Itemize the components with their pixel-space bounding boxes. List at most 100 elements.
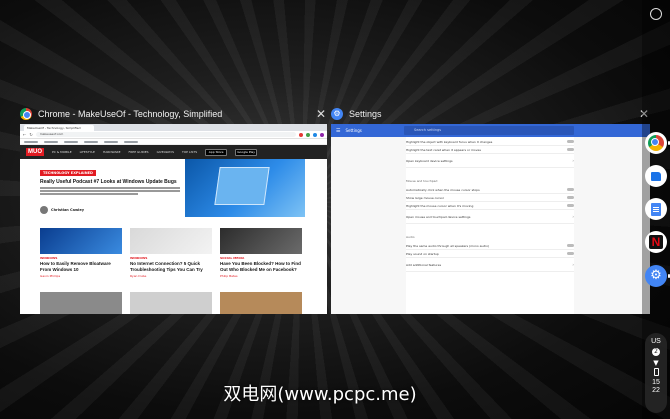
clock[interactable]: 15 22 xyxy=(652,379,660,395)
chrome-tab[interactable]: MakeUseOf - Technology, Simplified xyxy=(24,125,94,131)
settings-row[interactable]: Open mouse and touchpad device settings › xyxy=(406,210,574,224)
settings-left-gutter xyxy=(331,137,406,314)
settings-row[interactable]: Play sound on startup xyxy=(406,250,574,258)
site-nav-item[interactable]: LIFESTYLE xyxy=(80,150,95,154)
hero-excerpt xyxy=(40,187,180,195)
toggle-switch[interactable] xyxy=(567,244,574,247)
shelf: N ⚙ US 2 ▼ 15 22 xyxy=(642,0,670,419)
toggle-switch[interactable] xyxy=(567,204,574,207)
settings-row[interactable]: Play the same audio through all speakers… xyxy=(406,242,574,250)
author-name[interactable]: Christian Cawley xyxy=(51,208,84,212)
article-thumbnail xyxy=(220,228,302,254)
settings-row[interactable]: Highlight the mouse cursor when it's mov… xyxy=(406,202,574,210)
article-title[interactable]: Have You Been Blocked? How to Find Out W… xyxy=(220,261,302,273)
site-nav-item[interactable]: FREE GUIDES xyxy=(129,150,149,154)
site-nav-item[interactable]: HARDWARE xyxy=(103,150,121,154)
site-nav-item[interactable]: TOP LISTS xyxy=(182,150,197,154)
input-method-indicator[interactable]: US xyxy=(651,338,661,345)
toggle-switch[interactable] xyxy=(567,140,574,143)
status-tray[interactable]: US 2 ▼ 15 22 xyxy=(645,333,667,413)
article-card[interactable]: WINDOWS No Internet Connection? 5 Quick … xyxy=(130,228,212,278)
article-tag: WINDOWS xyxy=(130,256,148,260)
shelf-app-docs[interactable] xyxy=(645,198,667,220)
bookmark-item[interactable] xyxy=(124,140,138,143)
bookmark-item[interactable] xyxy=(64,140,78,143)
wifi-icon: ▼ xyxy=(653,359,659,367)
settings-row[interactable]: Highlight the object with keyboard focus… xyxy=(406,138,574,146)
settings-window-preview[interactable]: ☰ Settings Search settings Highlight the… xyxy=(331,124,650,314)
article-thumbnail[interactable] xyxy=(130,292,212,314)
article-title[interactable]: No Internet Connection? 5 Quick Troubles… xyxy=(130,261,212,273)
shelf-app-netflix[interactable]: N xyxy=(645,231,667,253)
settings-row-label: Add additional features xyxy=(406,262,442,267)
settings-row[interactable]: Open keyboard device settings › xyxy=(406,154,574,168)
netflix-icon: N xyxy=(649,235,663,249)
settings-right-gutter xyxy=(574,137,650,314)
extension-icon[interactable] xyxy=(313,132,317,137)
hero-article[interactable]: TECHNOLOGY EXPLAINED Really Useful Podca… xyxy=(20,159,327,225)
settings-search-input[interactable]: Search settings xyxy=(404,126,574,135)
settings-row[interactable]: Show large mouse cursor xyxy=(406,194,574,202)
article-title[interactable]: How to Easily Remove Bloatware From Wind… xyxy=(40,261,122,273)
article-thumbnail[interactable] xyxy=(40,292,122,314)
settings-row-label: Highlight the text caret when it appears… xyxy=(406,147,481,152)
menu-icon[interactable]: ☰ xyxy=(336,128,340,134)
toggle-switch[interactable] xyxy=(567,196,574,199)
back-arrow-icon[interactable]: ← xyxy=(23,132,26,137)
app-store-badge[interactable]: App Store xyxy=(205,148,228,156)
site-nav: MUO PC & MOBILE LIFESTYLE HARDWARE FREE … xyxy=(20,145,327,159)
article-meta: Philip Bates xyxy=(220,274,238,278)
bookmark-item[interactable] xyxy=(24,140,38,143)
address-bar[interactable]: makeuseof.com xyxy=(35,132,296,137)
chrome-window-title: Chrome - MakeUseOf - Technology, Simplif… xyxy=(38,109,223,119)
site-logo[interactable]: MUO xyxy=(26,148,44,156)
close-chrome-window-button[interactable]: ✕ xyxy=(315,108,327,120)
article-thumbnail[interactable] xyxy=(220,292,302,314)
article-cards-row-2 xyxy=(40,292,302,314)
hero-category-tag[interactable]: TECHNOLOGY EXPLAINED xyxy=(40,170,96,176)
settings-row[interactable]: Add additional features › xyxy=(406,258,574,272)
hero-title[interactable]: Really Useful Podcast #7 Looks at Window… xyxy=(40,179,177,185)
article-cards: WINDOWS How to Easily Remove Bloatware F… xyxy=(40,228,302,278)
gear-icon: ⚙ xyxy=(650,268,662,283)
reload-icon[interactable]: ↻ xyxy=(29,132,32,137)
profile-avatar[interactable] xyxy=(320,132,324,137)
bookmark-item[interactable] xyxy=(104,140,118,143)
chevron-right-icon: › xyxy=(572,158,574,163)
hero-image xyxy=(185,159,305,217)
google-play-badge[interactable]: Google Play xyxy=(235,148,258,156)
toggle-switch[interactable] xyxy=(567,148,574,151)
chrome-icon xyxy=(648,135,664,151)
article-tag: WINDOWS xyxy=(40,256,58,260)
article-card[interactable]: SOCIAL MEDIA Have You Been Blocked? How … xyxy=(220,228,302,278)
settings-gear-icon: ⚙ xyxy=(331,108,343,120)
settings-section-heading: Audio xyxy=(406,235,415,239)
chrome-window-header[interactable]: Chrome - MakeUseOf - Technology, Simplif… xyxy=(20,106,222,122)
extension-icon[interactable] xyxy=(306,132,310,137)
docs-icon xyxy=(651,202,661,216)
bookmark-item[interactable] xyxy=(84,140,98,143)
chrome-window-preview[interactable]: MakeUseOf - Technology, Simplified ← ↻ m… xyxy=(20,124,327,314)
launcher-button[interactable] xyxy=(650,8,662,20)
shelf-app-settings[interactable]: ⚙ xyxy=(645,265,670,287)
clock-minutes: 22 xyxy=(652,387,660,394)
extension-icon[interactable] xyxy=(299,132,303,137)
settings-row[interactable]: Highlight the text caret when it appears… xyxy=(406,146,574,154)
notification-count-badge[interactable]: 2 xyxy=(652,348,660,356)
settings-window-title: Settings xyxy=(349,109,382,119)
article-card[interactable]: WINDOWS How to Easily Remove Bloatware F… xyxy=(40,228,122,278)
bookmark-item[interactable] xyxy=(44,140,58,143)
chrome-icon xyxy=(20,108,32,120)
site-nav-item[interactable]: GIVEAWAYS xyxy=(157,150,174,154)
settings-row-label: Show large mouse cursor xyxy=(406,195,445,200)
shelf-app-files[interactable] xyxy=(645,165,667,187)
toggle-switch[interactable] xyxy=(567,252,574,255)
toggle-switch[interactable] xyxy=(567,188,574,191)
site-nav-item[interactable]: PC & MOBILE xyxy=(52,150,72,154)
settings-row-label: Open keyboard device settings xyxy=(406,158,453,163)
settings-window-header[interactable]: ⚙ Settings xyxy=(331,106,382,122)
shelf-app-chrome[interactable] xyxy=(645,132,670,154)
settings-row-label: Highlight the object with keyboard focus… xyxy=(406,139,493,144)
settings-row[interactable]: Automatically click when the mouse curso… xyxy=(406,186,574,194)
settings-content: Highlight the object with keyboard focus… xyxy=(406,138,574,272)
